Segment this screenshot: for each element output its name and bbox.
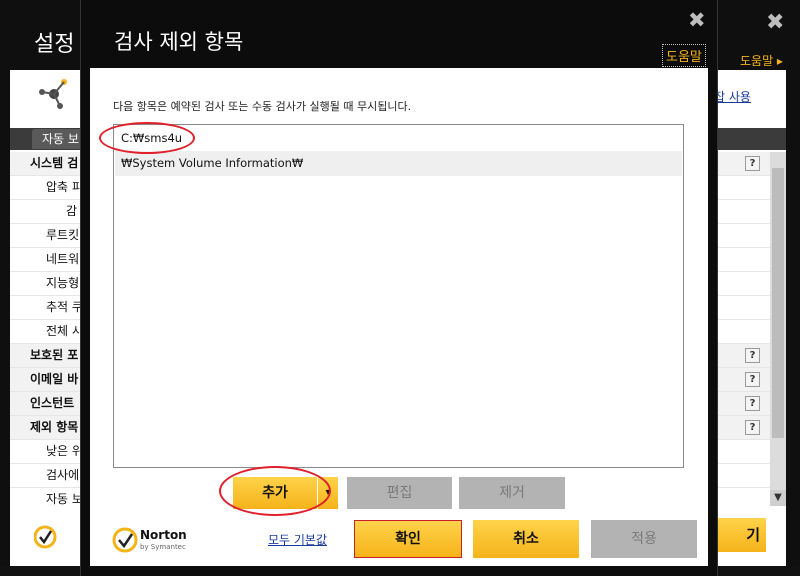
apply-button[interactable]: 적용 [591, 520, 697, 558]
remove-button[interactable]: 제거 [459, 477, 565, 509]
settings-row-label: 네트워 [46, 252, 80, 266]
settings-row-label: 검사에 [46, 468, 80, 482]
settings-scrollbar-thumb[interactable] [772, 168, 784, 438]
help-question-icon[interactable]: ? [745, 372, 760, 387]
settings-use-link[interactable]: 잡 사용 [714, 88, 751, 105]
highlight-circle [99, 122, 195, 154]
cancel-button[interactable]: 취소 [473, 520, 579, 558]
norton-wordmark: Norton [140, 528, 187, 542]
settings-row-label: 전체 시 [46, 324, 83, 338]
help-question-icon[interactable]: ? [745, 420, 760, 435]
settings-row-label: 제외 항목 [30, 420, 79, 434]
settings-row-label: 자동 보 [46, 492, 83, 506]
exclusion-list[interactable]: C:₩sms4u ₩System Volume Information₩ [113, 124, 684, 468]
norton-subtitle: by Symantec [140, 543, 186, 551]
settings-row-label: 보호된 포 [30, 348, 79, 362]
restore-defaults-link[interactable]: 모두 기본값 [268, 531, 327, 548]
settings-help-link[interactable]: 도움말 ▸ [740, 52, 783, 69]
dialog-title: 검사 제외 항목 [114, 30, 244, 54]
settings-row-label: 루트킷 [46, 228, 80, 242]
help-question-icon[interactable]: ? [745, 348, 760, 363]
settings-row-label: 이메일 바 [30, 372, 79, 386]
dialog-description: 다음 항목은 예약된 검사 또는 수동 검사가 실행될 때 무시됩니다. [113, 100, 412, 113]
edit-button[interactable]: 편집 [347, 477, 452, 509]
help-question-icon[interactable]: ? [745, 396, 760, 411]
list-item[interactable]: C:₩sms4u [115, 126, 682, 151]
settings-row-label: 시스템 검 [30, 156, 79, 170]
highlight-circle [219, 466, 331, 516]
dialog-help-link[interactable]: 도움말 [662, 44, 706, 67]
help-question-icon[interactable]: ? [745, 156, 760, 171]
settings-row-label: 압축 피 [46, 180, 83, 194]
dialog-close-icon[interactable]: ✖ [688, 8, 706, 32]
settings-row-label: 추적 쿠 [46, 300, 83, 314]
norton-settings-logo-icon [39, 79, 67, 109]
settings-row-label: 인스턴트 [30, 396, 75, 410]
settings-row-label: 지능형 [46, 276, 80, 290]
list-item[interactable]: ₩System Volume Information₩ [115, 151, 682, 176]
scroll-down-arrow-icon[interactable]: ▼ [770, 490, 786, 506]
settings-row-label: 감 [66, 204, 78, 218]
settings-row-label: 낮은 위 [46, 444, 83, 458]
ok-button[interactable]: 확인 [354, 520, 462, 558]
settings-window-title: 설정 [34, 32, 75, 57]
settings-close-icon[interactable]: ✖ [766, 10, 784, 35]
norton-brand: Norton by Symantec [112, 526, 187, 554]
